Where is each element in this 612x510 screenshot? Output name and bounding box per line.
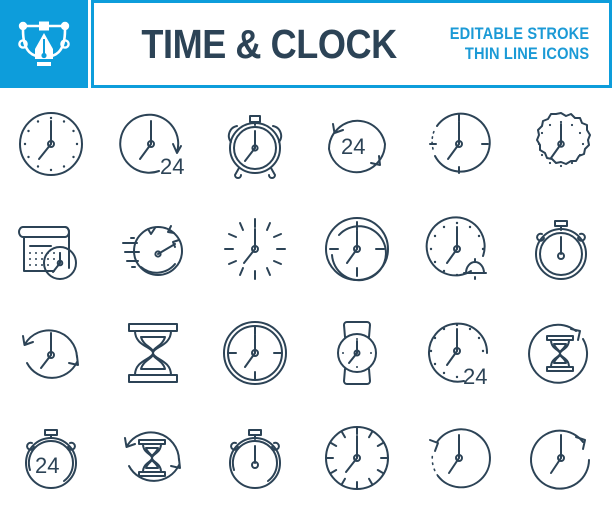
icon-cell-6[interactable] (510, 92, 612, 197)
badge-24: 24 (341, 134, 365, 159)
icon-cell-17[interactable]: 24 (408, 301, 510, 406)
icon-cell-3[interactable] (204, 92, 306, 197)
circular-arrows-24-icon[interactable]: 24 (317, 104, 397, 184)
icon-cell-18[interactable] (510, 301, 612, 406)
header-title-bar: TIME & CLOCK EDITABLE STROKE THIN LINE I… (91, 0, 612, 88)
icon-cell-23[interactable] (408, 406, 510, 510)
stopwatch-24-icon[interactable]: 24 (11, 418, 91, 498)
calendar-clock-icon[interactable] (11, 209, 91, 289)
subtitle-line-2: THIN LINE ICONS (464, 44, 589, 63)
clock-refresh-arrows-icon[interactable] (11, 313, 91, 393)
clock-tickmarks-icon[interactable] (317, 418, 397, 498)
icon-cell-22[interactable] (306, 406, 408, 510)
clock-arrow-icon[interactable] (521, 418, 601, 498)
badge-24: 24 (160, 154, 184, 179)
icon-cell-8[interactable] (102, 197, 204, 302)
stopwatch-speed-icon[interactable] (113, 209, 193, 289)
icon-cell-13[interactable] (0, 301, 102, 406)
stopwatch-plain-icon[interactable] (215, 418, 295, 498)
icon-cell-19[interactable]: 24 (0, 406, 102, 510)
brand-logo-box (0, 0, 88, 88)
clock-ticks-dotted-arc-icon[interactable] (419, 104, 499, 184)
pen-tool-icon (18, 21, 70, 66)
icon-cell-7[interactable] (0, 197, 102, 302)
clock-24-arrow-icon[interactable]: 24 (113, 104, 193, 184)
icon-cell-4[interactable]: 24 (306, 92, 408, 197)
clock-ring-ticks-icon[interactable] (215, 313, 295, 393)
icon-cell-16[interactable] (306, 301, 408, 406)
stopwatch-icon[interactable] (521, 209, 601, 289)
clock-dots-icon[interactable] (11, 104, 91, 184)
subtitle-container: EDITABLE STROKE THIN LINE ICONS (427, 24, 595, 63)
icon-cell-14[interactable] (102, 301, 204, 406)
clock-double-ring-icon[interactable] (317, 209, 397, 289)
icon-cell-11[interactable] (408, 197, 510, 302)
icon-cell-12[interactable] (510, 197, 612, 302)
icon-cell-2[interactable]: 24 (102, 92, 204, 197)
badge-24: 24 (463, 364, 487, 389)
icon-cell-1[interactable] (0, 92, 102, 197)
page-title: TIME & CLOCK (141, 20, 398, 67)
wristwatch-icon[interactable] (317, 313, 397, 393)
clock-ticks-only-icon[interactable] (215, 209, 295, 289)
icon-set-page: TIME & CLOCK EDITABLE STROKE THIN LINE I… (0, 0, 612, 510)
icon-cell-15[interactable] (204, 301, 306, 406)
icon-cell-24[interactable] (510, 406, 612, 510)
icon-cell-21[interactable] (204, 406, 306, 510)
subtitle-line-1: EDITABLE STROKE (449, 24, 589, 44)
icon-cell-20[interactable] (102, 406, 204, 510)
hourglass-circle-arrow-icon[interactable] (521, 313, 601, 393)
clock-alarm-bell-icon[interactable] (419, 209, 499, 289)
gear-clock-icon[interactable] (521, 104, 601, 184)
icon-cell-9[interactable] (204, 197, 306, 302)
badge-24: 24 (35, 453, 59, 478)
icon-grid: 24 24 24 24 (0, 92, 612, 510)
title-container: TIME & CLOCK (94, 20, 427, 67)
alarm-clock-icon[interactable] (215, 104, 295, 184)
clock-dotted-arc-arrow-icon[interactable] (419, 418, 499, 498)
hourglass-arrows-icon[interactable] (113, 418, 193, 498)
icon-cell-5[interactable] (408, 92, 510, 197)
page-header: TIME & CLOCK EDITABLE STROKE THIN LINE I… (0, 0, 612, 90)
clock-24-badge-icon[interactable]: 24 (419, 313, 499, 393)
hourglass-icon[interactable] (113, 313, 193, 393)
icon-cell-10[interactable] (306, 197, 408, 302)
